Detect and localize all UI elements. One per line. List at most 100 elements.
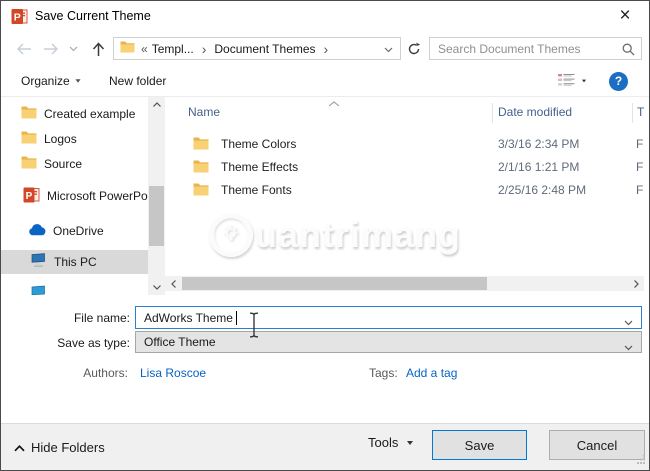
sidebar-item-created-example[interactable]: Created example (1, 102, 148, 126)
scrollbar-thumb[interactable] (182, 277, 487, 290)
scroll-up-icon[interactable] (148, 97, 165, 112)
recent-locations-chevron-icon[interactable] (65, 38, 81, 60)
search-input[interactable] (438, 39, 618, 58)
file-date-modified: 3/3/16 2:34 PM (498, 137, 580, 151)
organize-button[interactable]: Organize (21, 66, 81, 96)
sidebar-item-logos[interactable]: Logos (1, 127, 148, 151)
folder-icon (120, 41, 135, 56)
new-folder-button[interactable]: New folder (109, 66, 166, 96)
onedrive-cloud-icon (28, 223, 46, 239)
authors-value-link[interactable]: Lisa Roscoe (140, 366, 206, 380)
breadcrumb-separator-icon: › (201, 40, 207, 57)
file-type: F (636, 137, 644, 151)
save-button[interactable]: Save (432, 430, 527, 460)
search-icon[interactable] (622, 43, 635, 59)
navigation-pane: Created example Logos Source P Microsoft… (1, 97, 148, 295)
help-icon: ? (609, 71, 628, 91)
chevron-down-icon (407, 440, 414, 445)
details-view-icon (557, 73, 576, 90)
close-button[interactable]: × (609, 3, 641, 29)
sidebar-item-label: Created example (44, 107, 136, 121)
text-caret (235, 310, 237, 325)
save-as-type-select[interactable]: Office Theme (135, 331, 642, 353)
breadcrumb-segment-templates[interactable]: Templ... (150, 42, 196, 56)
file-name: Theme Fonts (221, 183, 292, 197)
scroll-down-icon[interactable] (148, 280, 165, 295)
scrollbar-thumb[interactable] (149, 186, 164, 246)
column-separator[interactable] (492, 103, 493, 123)
file-list: Name Date modified T Theme Colors 3/3/16… (165, 97, 644, 295)
resize-grip[interactable] (637, 453, 646, 467)
powerpoint-app-icon: P (11, 8, 28, 25)
file-list-horizontal-scrollbar[interactable] (165, 276, 644, 291)
sidebar-item-label: Source (44, 157, 83, 171)
file-name-value: AdWorks Theme (144, 310, 233, 325)
network-icon (30, 285, 47, 295)
file-row-theme-effects[interactable]: Theme Effects 2/1/16 1:21 PM F (165, 157, 644, 179)
svg-text:P: P (26, 190, 33, 201)
sidebar-item-onedrive[interactable]: OneDrive (1, 219, 148, 243)
scroll-left-icon[interactable] (166, 276, 180, 291)
watermark: uantrimang (209, 213, 461, 257)
breadcrumb-collapsed-marker[interactable]: « (139, 42, 150, 56)
sidebar-item-microsoft-powerpoint[interactable]: P Microsoft PowerPo (1, 184, 148, 208)
refresh-button[interactable] (403, 37, 424, 60)
scroll-right-icon[interactable] (629, 276, 643, 291)
this-pc-icon (30, 253, 47, 271)
cancel-button[interactable]: Cancel (549, 430, 645, 460)
hide-folders-label: Hide Folders (31, 440, 105, 455)
folder-icon (21, 106, 37, 122)
lightbulb-logo-icon (209, 213, 253, 257)
back-button[interactable] (13, 38, 35, 60)
change-view-button[interactable] (557, 66, 587, 96)
sidebar-item-label: OneDrive (53, 224, 104, 238)
chevron-down-icon[interactable] (624, 315, 633, 329)
column-header-name[interactable]: Name (188, 105, 220, 119)
file-date-modified: 2/1/16 1:21 PM (498, 160, 580, 174)
footer-bar: Hide Folders Tools Save Cancel (1, 423, 649, 470)
organize-label: Organize (21, 74, 70, 88)
forward-button[interactable] (40, 38, 62, 60)
folder-icon (193, 137, 209, 153)
sidebar-scrollbar[interactable] (148, 97, 165, 295)
sidebar-item-label: This PC (54, 255, 97, 269)
column-header-type[interactable]: T (637, 105, 644, 119)
up-button[interactable] (87, 38, 109, 60)
sidebar-item-this-pc[interactable]: This PC (1, 250, 148, 274)
file-row-theme-fonts[interactable]: Theme Fonts 2/25/16 2:48 PM F (165, 180, 644, 202)
address-bar[interactable]: « Templ... › Document Themes › (113, 37, 401, 60)
file-type: F (636, 160, 644, 174)
tools-button[interactable]: Tools (368, 435, 414, 450)
tags-label: Tags: (369, 366, 398, 380)
column-header-date-modified[interactable]: Date modified (498, 105, 572, 119)
sidebar-item-network[interactable] (1, 282, 148, 295)
breadcrumb-separator-icon: › (323, 40, 329, 57)
add-a-tag-link[interactable]: Add a tag (406, 366, 457, 380)
folder-icon (21, 156, 37, 172)
command-toolbar: Organize New folder ? (1, 66, 649, 97)
sidebar-item-label: Logos (44, 132, 77, 146)
file-name-input[interactable]: AdWorks Theme (135, 306, 642, 329)
folder-icon (193, 183, 209, 199)
tools-label: Tools (368, 435, 399, 450)
help-button[interactable]: ? (609, 66, 628, 96)
column-separator[interactable] (632, 103, 633, 123)
svg-text:P: P (14, 11, 21, 23)
address-dropdown-chevron-icon[interactable] (377, 42, 400, 56)
save-label: Save (464, 437, 495, 453)
new-folder-label: New folder (109, 74, 167, 88)
chevron-down-icon (75, 79, 81, 83)
title-bar: P Save Current Theme × (1, 1, 649, 31)
powerpoint-icon: P (23, 187, 40, 206)
breadcrumb-segment-document-themes[interactable]: Document Themes (212, 42, 317, 56)
folder-icon (193, 160, 209, 176)
window-title: Save Current Theme (35, 9, 151, 23)
authors-label: Authors: (83, 366, 128, 380)
file-row-theme-colors[interactable]: Theme Colors 3/3/16 2:34 PM F (165, 134, 644, 156)
sidebar-item-label: Microsoft PowerPo (47, 189, 148, 203)
file-type: F (636, 183, 644, 197)
hide-folders-button[interactable]: Hide Folders (14, 440, 105, 455)
chevron-down-icon (581, 79, 587, 83)
search-box (429, 37, 642, 60)
sidebar-item-source[interactable]: Source (1, 152, 148, 176)
